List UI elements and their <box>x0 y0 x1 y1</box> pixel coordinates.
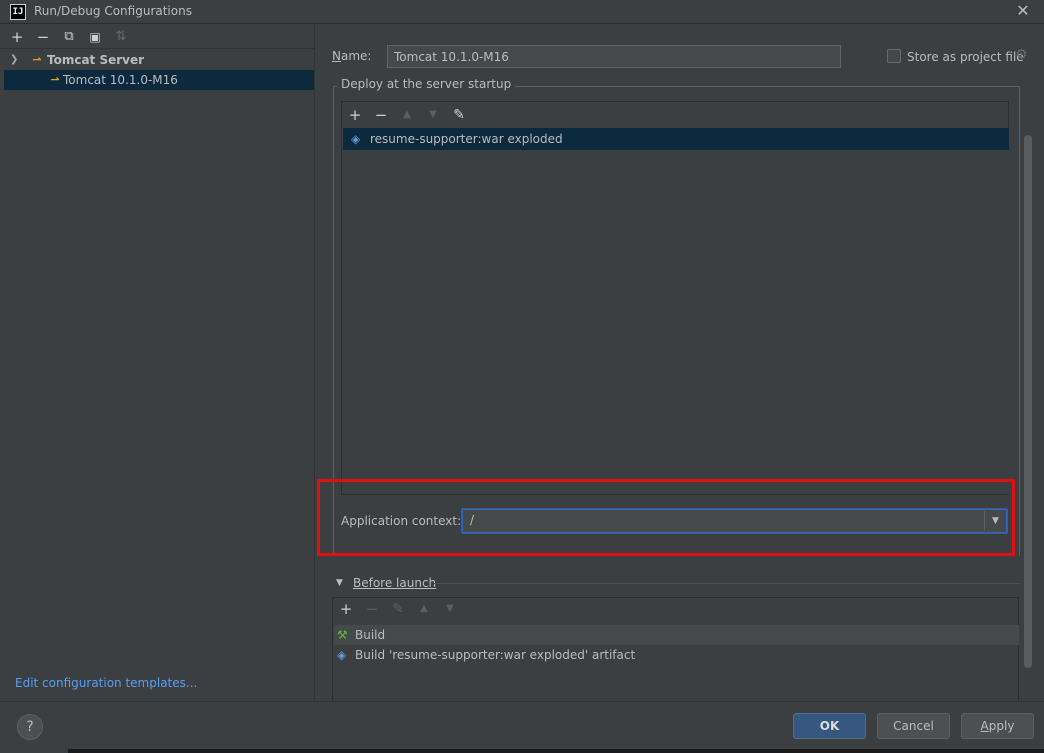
sidebar-toolbar: + − ⧉ ▣ ⇅ <box>0 25 315 49</box>
copy-configuration-icon[interactable]: ⧉ <box>60 28 78 46</box>
edit-artifact-icon[interactable]: ✎ <box>450 106 468 124</box>
before-launch-panel: + − ✎ ▲ ▼ ⚒ Build ◈ Build 'resume-suppor… <box>332 597 1019 701</box>
section-divider <box>434 583 1020 584</box>
chevron-down-icon[interactable]: ▼ <box>984 511 1006 531</box>
tomcat-icon: ⇀ <box>32 53 42 66</box>
triangle-down-icon[interactable]: ▼ <box>336 578 343 588</box>
taskbar-edge <box>68 749 1044 753</box>
name-input[interactable] <box>387 45 841 68</box>
before-launch-item-label: Build 'resume-supporter:war exploded' ar… <box>355 648 636 662</box>
tree-item-label: Tomcat 10.1.0-M16 <box>63 73 178 87</box>
sort-configurations-icon[interactable]: ⇅ <box>112 28 130 46</box>
window-title: Run/Debug Configurations <box>34 4 192 18</box>
name-label: Name: <box>332 49 371 63</box>
gear-icon[interactable]: ⚙ <box>1015 47 1028 63</box>
chevron-down-icon[interactable]: ❯ <box>10 50 18 70</box>
deploy-section-title: Deploy at the server startup <box>337 77 516 91</box>
move-down-icon[interactable]: ▼ <box>441 600 459 618</box>
dialog-button-bar: ? OK Cancel Apply <box>0 701 1044 753</box>
move-up-icon[interactable]: ▲ <box>415 600 433 618</box>
tree-group-tomcat-server[interactable]: ❯ ⇀ Tomcat Server <box>4 50 314 70</box>
deploy-item-label: resume-supporter:war exploded <box>370 132 563 146</box>
list-item[interactable]: ◈ Build 'resume-supporter:war exploded' … <box>334 645 1019 665</box>
deploy-artifacts-panel: + − ▲ ▼ ✎ ◈ resume-supporter:war explode… <box>341 101 1009 495</box>
add-task-icon[interactable]: + <box>337 600 355 618</box>
configurations-tree: ❯ ⇀ Tomcat Server ⇀ Tomcat 10.1.0-M16 <box>4 50 314 90</box>
apply-label-rest: pply <box>988 719 1015 733</box>
title-bar: IJ Run/Debug Configurations ✕ <box>0 0 1044 24</box>
cancel-button[interactable]: Cancel <box>877 713 950 739</box>
application-context-label: Application context: <box>341 514 462 528</box>
vertical-scrollbar[interactable] <box>1024 135 1032 668</box>
list-item[interactable]: ◈ resume-supporter:war exploded <box>343 128 1009 150</box>
move-up-icon[interactable]: ▲ <box>398 106 416 124</box>
hammer-icon: ⚒ <box>337 628 348 642</box>
store-as-project-file-label[interactable]: Store as project file <box>907 50 1024 64</box>
edit-configuration-templates-link[interactable]: Edit configuration templates... <box>15 676 197 690</box>
name-label-rest: ame: <box>340 49 372 63</box>
move-to-folder-icon[interactable]: ▣ <box>86 28 104 46</box>
store-as-project-file-checkbox[interactable] <box>887 49 901 63</box>
close-icon[interactable]: ✕ <box>1012 1 1034 23</box>
tree-group-label: Tomcat Server <box>47 53 145 67</box>
before-launch-label[interactable]: Before launch <box>353 576 436 590</box>
deploy-artifacts-list: ◈ resume-supporter:war exploded <box>343 128 1009 494</box>
help-icon[interactable]: ? <box>17 714 43 740</box>
tomcat-icon: ⇀ <box>50 73 60 86</box>
artifact-icon: ◈ <box>337 648 347 662</box>
name-label-mnemonic: N <box>332 49 341 63</box>
list-item[interactable]: ⚒ Build <box>334 625 1019 645</box>
remove-task-icon[interactable]: − <box>363 600 381 618</box>
configurations-sidebar: + − ⧉ ▣ ⇅ ❯ ⇀ Tomcat Server ⇀ Tomcat 10.… <box>0 25 315 701</box>
artifact-icon: ◈ <box>351 132 361 146</box>
add-artifact-icon[interactable]: + <box>346 106 364 124</box>
remove-configuration-icon[interactable]: − <box>34 28 52 46</box>
move-down-icon[interactable]: ▼ <box>424 106 442 124</box>
remove-artifact-icon[interactable]: − <box>372 106 390 124</box>
apply-mnemonic: A <box>980 719 989 733</box>
application-context-value[interactable]: / <box>470 513 474 527</box>
application-context-combobox[interactable]: / ▼ <box>461 508 1008 534</box>
deploy-toolbar: + − ▲ ▼ ✎ <box>342 102 1008 128</box>
ok-button[interactable]: OK <box>793 713 866 739</box>
edit-task-icon[interactable]: ✎ <box>389 600 407 618</box>
before-launch-item-label: Build <box>355 628 386 642</box>
tree-item-tomcat-config[interactable]: ⇀ Tomcat 10.1.0-M16 <box>4 70 314 90</box>
add-configuration-icon[interactable]: + <box>8 28 26 46</box>
intellij-app-icon: IJ <box>10 4 26 20</box>
apply-button[interactable]: Apply <box>961 713 1034 739</box>
